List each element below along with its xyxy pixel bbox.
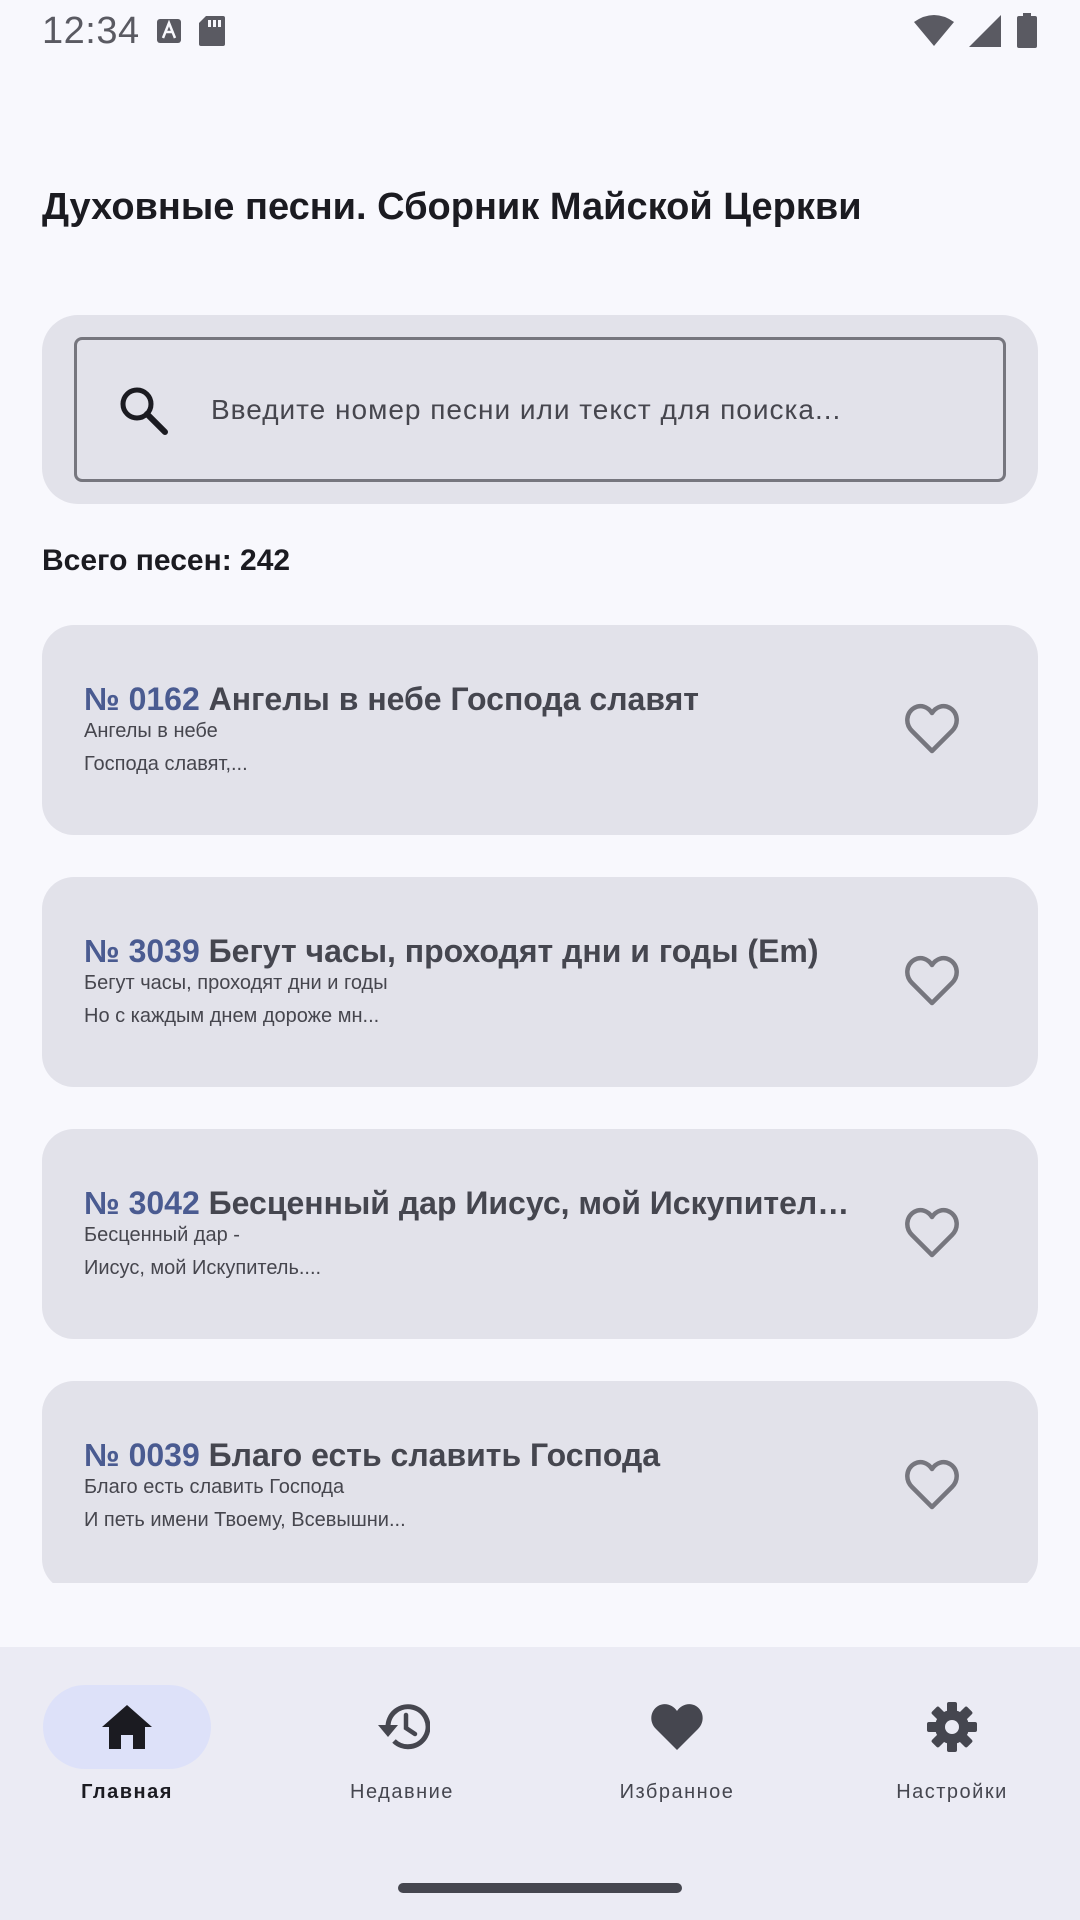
page-title: Духовные песни. Сборник Майской Церкви <box>42 186 862 228</box>
song-title: Бесценный дар Иисус, мой Искупитель ... <box>208 1185 864 1221</box>
heart-filled-icon <box>651 1704 703 1750</box>
search-input[interactable] <box>211 393 1003 426</box>
status-bar: 12:34 <box>0 0 1080 62</box>
nav-label-settings: Настройки <box>896 1781 1008 1803</box>
song-preview-line-2: И петь имени Твоему, Всевышни... <box>84 1509 406 1531</box>
total-songs-count: Всего песен: 242 <box>42 544 291 577</box>
song-title-line: № 3039 Бегут часы, проходят дни и годы (… <box>84 933 864 970</box>
bottom-navigation: Главная Недавние Избранное Настройки <box>0 1647 1080 1920</box>
song-preview-line-1: Благо есть славить Господа <box>84 1476 345 1498</box>
favorite-heart-icon[interactable] <box>904 955 960 1007</box>
nav-icon-wrap <box>593 1685 761 1769</box>
battery-icon <box>1017 13 1037 48</box>
gear-icon <box>927 1702 977 1752</box>
song-card[interactable]: № 3039 Бегут часы, проходят дни и годы (… <box>42 877 1038 1087</box>
favorite-heart-icon[interactable] <box>904 1459 960 1511</box>
song-number: № 0039 <box>84 1437 200 1473</box>
song-number: № 0162 <box>84 681 200 717</box>
song-preview-line-1: Ангелы в небе <box>84 720 218 742</box>
nav-active-indicator <box>43 1685 211 1769</box>
nav-item-recent[interactable]: Недавние <box>267 1685 537 1805</box>
nav-item-home[interactable]: Главная <box>0 1685 262 1805</box>
wifi-icon <box>914 15 954 46</box>
song-title-line: № 0039 Благо есть славить Господа <box>84 1437 864 1474</box>
song-preview-line-1: Бегут часы, проходят дни и годы <box>84 972 388 994</box>
nav-label-home: Главная <box>81 1781 173 1803</box>
song-number: № 3039 <box>84 933 200 969</box>
favorite-heart-icon[interactable] <box>904 1207 960 1259</box>
song-title-line: № 0162 Ангелы в небе Господа славят <box>84 681 864 718</box>
nav-label-recent: Недавние <box>350 1781 454 1803</box>
song-title-line: № 3042 Бесценный дар Иисус, мой Искупите… <box>84 1185 864 1222</box>
cell-signal-icon <box>969 15 1001 47</box>
nav-item-settings[interactable]: Настройки <box>817 1685 1080 1805</box>
song-number: № 3042 <box>84 1185 200 1221</box>
search-field[interactable] <box>74 337 1006 482</box>
search-container <box>42 315 1038 504</box>
nav-icon-wrap <box>868 1685 1036 1769</box>
gesture-home-indicator[interactable] <box>398 1883 682 1893</box>
sd-card-icon <box>198 16 225 46</box>
nav-label-favorites: Избранное <box>619 1781 735 1803</box>
song-title: Бегут часы, проходят дни и годы (Em) <box>208 933 819 969</box>
nav-item-favorites[interactable]: Избранное <box>542 1685 812 1805</box>
favorite-heart-icon[interactable] <box>904 703 960 755</box>
home-icon <box>102 1705 152 1749</box>
song-card[interactable]: № 3042 Бесценный дар Иисус, мой Искупите… <box>42 1129 1038 1339</box>
history-icon <box>378 1704 430 1750</box>
song-preview-line-2: Иисус, мой Искупитель.... <box>84 1257 322 1279</box>
song-title: Ангелы в небе Господа славят <box>208 681 699 717</box>
song-preview-line-2: Но с каждым днем дороже мн... <box>84 1005 380 1027</box>
song-preview-line-1: Бесценный дар - <box>84 1224 240 1246</box>
song-card[interactable]: № 0162 Ангелы в небе Господа славят Анге… <box>42 625 1038 835</box>
search-icon <box>120 387 168 435</box>
nav-icon-wrap <box>318 1685 486 1769</box>
status-time: 12:34 <box>42 9 140 52</box>
keyboard-notification-icon <box>156 19 181 43</box>
song-title: Благо есть славить Господа <box>208 1437 661 1473</box>
song-preview-line-2: Господа славят,... <box>84 753 248 775</box>
song-list: № 0162 Ангелы в небе Господа славят Анге… <box>42 625 1038 1583</box>
song-card[interactable]: № 0039 Благо есть славить Господа Благо … <box>42 1381 1038 1583</box>
